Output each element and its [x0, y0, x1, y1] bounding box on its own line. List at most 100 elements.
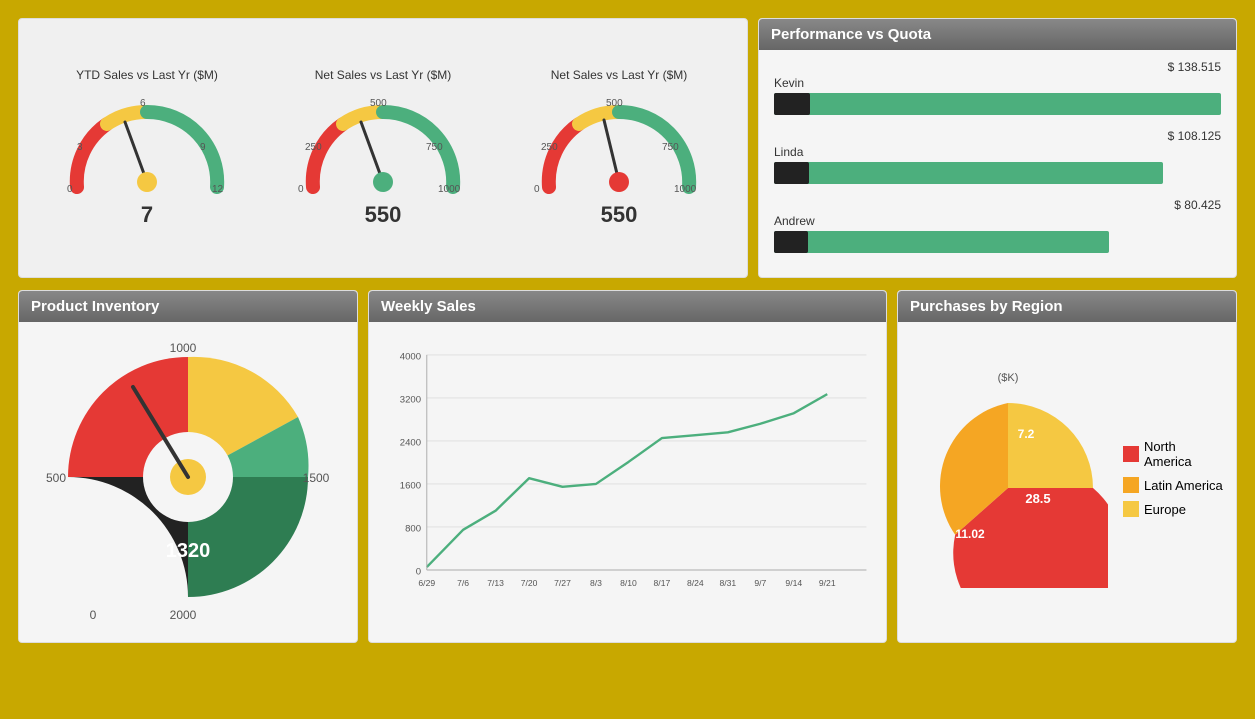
andrew-name: Andrew [774, 214, 1221, 228]
gauge1-title: YTD Sales vs Last Yr ($M) [76, 68, 218, 82]
bottom-row: Product Inventory [18, 290, 1237, 643]
gauge1-container: YTD Sales vs Last Yr ($M) 0 3 [47, 68, 247, 228]
gauge2-title: Net Sales vs Last Yr ($M) [315, 68, 452, 82]
kevin-bar-black [774, 93, 810, 115]
andrew-bar-black [774, 231, 808, 253]
north-america-label: North America [1144, 439, 1226, 469]
linda-bar-black [774, 162, 809, 184]
andrew-bar-bg [774, 231, 1109, 253]
gauges-card: YTD Sales vs Last Yr ($M) 0 3 [18, 18, 748, 278]
perf-row-andrew: $ 80.425 Andrew [774, 198, 1221, 253]
svg-text:1320: 1320 [166, 540, 211, 562]
performance-body: $ 138.515 Kevin $ 108.125 Linda $ 80 [759, 50, 1236, 277]
weekly-sales-header: Weekly Sales [369, 291, 886, 322]
top-row: YTD Sales vs Last Yr ($M) 0 3 [18, 18, 1237, 278]
svg-text:1000: 1000 [438, 184, 461, 195]
purchases-subtitle: ($K) [908, 372, 1108, 384]
gauge3-container: Net Sales vs Last Yr ($M) 0 250 500 750 … [519, 68, 719, 228]
svg-text:8/17: 8/17 [654, 578, 671, 588]
svg-text:0: 0 [90, 608, 97, 622]
svg-text:3: 3 [77, 142, 83, 153]
performance-card: Performance vs Quota $ 138.515 Kevin $ 1… [758, 18, 1237, 278]
purchases-legend: North America Latin America Europe [1123, 439, 1226, 525]
purchases-pie-svg: 28.5 11.02 7.2 [908, 388, 1108, 588]
gauge3-title: Net Sales vs Last Yr ($M) [551, 68, 688, 82]
svg-text:0: 0 [416, 567, 421, 578]
svg-text:8/24: 8/24 [687, 578, 704, 588]
svg-text:6/29: 6/29 [418, 578, 435, 588]
svg-text:8/10: 8/10 [620, 578, 637, 588]
svg-text:500: 500 [370, 98, 387, 109]
weekly-sales-card: Weekly Sales 0 800 1600 2400 3200 40 [368, 290, 887, 643]
inventory-svg: 1000 500 1500 2000 0 1320 [38, 327, 338, 627]
svg-text:250: 250 [541, 142, 558, 153]
svg-text:2000: 2000 [170, 608, 197, 622]
svg-text:7.2: 7.2 [1018, 427, 1035, 441]
weekly-sales-svg: 0 800 1600 2400 3200 4000 6/29 7/6 7/13 … [379, 332, 876, 612]
kevin-amount: $ 138.515 [774, 60, 1221, 74]
dashboard: YTD Sales vs Last Yr ($M) 0 3 [10, 10, 1245, 651]
svg-text:9/14: 9/14 [785, 578, 802, 588]
svg-text:7/13: 7/13 [487, 578, 504, 588]
purchases-body: ($K) [898, 322, 1236, 642]
inventory-card: Product Inventory [18, 290, 358, 643]
legend-latin-america: Latin America [1123, 477, 1226, 493]
svg-text:7/20: 7/20 [521, 578, 538, 588]
svg-text:3200: 3200 [400, 395, 421, 406]
svg-text:8/3: 8/3 [590, 578, 602, 588]
europe-swatch [1123, 501, 1139, 517]
svg-text:1500: 1500 [303, 471, 330, 485]
kevin-name: Kevin [774, 76, 1221, 90]
svg-text:1000: 1000 [170, 341, 197, 355]
svg-text:4000: 4000 [400, 352, 421, 363]
svg-text:7/27: 7/27 [554, 578, 571, 588]
svg-text:250: 250 [305, 142, 322, 153]
linda-name: Linda [774, 145, 1221, 159]
svg-text:1000: 1000 [674, 184, 697, 195]
svg-text:800: 800 [405, 524, 421, 535]
inventory-body: 1000 500 1500 2000 0 1320 [19, 322, 357, 642]
legend-north-america: North America [1123, 439, 1226, 469]
inventory-header: Product Inventory [19, 291, 357, 322]
purchases-inner: ($K) [908, 372, 1226, 593]
svg-text:28.5: 28.5 [1025, 491, 1050, 506]
gauge3-value: 550 [601, 202, 638, 228]
svg-text:7/6: 7/6 [457, 578, 469, 588]
svg-text:500: 500 [46, 471, 66, 485]
perf-row-kevin: $ 138.515 Kevin [774, 60, 1221, 115]
gauge3-svg: 0 250 500 750 1000 [529, 87, 709, 207]
svg-text:750: 750 [662, 142, 679, 153]
purchases-chart: ($K) [908, 372, 1108, 593]
gauge2-value: 550 [365, 202, 402, 228]
svg-text:1600: 1600 [400, 481, 421, 492]
svg-text:6: 6 [140, 98, 146, 109]
svg-text:9: 9 [200, 142, 206, 153]
svg-text:0: 0 [67, 184, 73, 195]
perf-row-linda: $ 108.125 Linda [774, 129, 1221, 184]
svg-text:11.02: 11.02 [955, 527, 985, 541]
legend-europe: Europe [1123, 501, 1226, 517]
svg-text:750: 750 [426, 142, 443, 153]
svg-text:8/31: 8/31 [719, 578, 736, 588]
gauge1-svg: 0 3 6 9 12 [57, 87, 237, 207]
gauge2-svg: 0 250 500 750 1000 [293, 87, 473, 207]
andrew-amount: $ 80.425 [774, 198, 1221, 212]
latin-america-label: Latin America [1144, 478, 1223, 493]
kevin-bar-bg [774, 93, 1221, 115]
svg-text:12: 12 [212, 184, 224, 195]
purchases-card: Purchases by Region ($K) [897, 290, 1237, 643]
svg-text:9/21: 9/21 [819, 578, 836, 588]
purchases-header: Purchases by Region [898, 291, 1236, 322]
gauge1-value: 7 [141, 202, 153, 228]
gauge2-container: Net Sales vs Last Yr ($M) 0 250 500 750 … [283, 68, 483, 228]
svg-text:0: 0 [534, 184, 540, 195]
svg-text:2400: 2400 [400, 438, 421, 449]
linda-amount: $ 108.125 [774, 129, 1221, 143]
performance-header: Performance vs Quota [759, 19, 1236, 50]
svg-text:0: 0 [298, 184, 304, 195]
latin-america-swatch [1123, 477, 1139, 493]
linda-bar-bg [774, 162, 1163, 184]
weekly-sales-body: 0 800 1600 2400 3200 4000 6/29 7/6 7/13 … [369, 322, 886, 642]
north-america-swatch [1123, 446, 1139, 462]
europe-label: Europe [1144, 502, 1186, 517]
